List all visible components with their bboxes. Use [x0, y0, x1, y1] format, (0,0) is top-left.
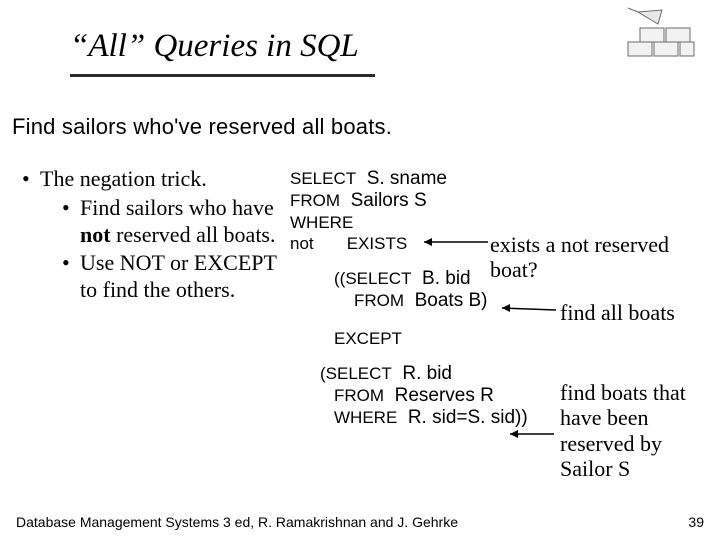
- kw-not: not: [290, 234, 347, 253]
- kw-from-2: FROM: [354, 291, 404, 310]
- brick-trowel-icon: [618, 6, 702, 66]
- kw-where: WHERE: [290, 213, 353, 232]
- bullet-1a-post: reserved all boats.: [111, 222, 276, 247]
- bullet-1b: Use NOT or EXCEPT to find the others.: [62, 250, 282, 304]
- slide: “All” Queries in SQL Find sailors who've…: [0, 0, 720, 540]
- sql-line-2: FROM Sailors S: [290, 190, 528, 212]
- kw-except: EXCEPT: [334, 329, 402, 348]
- sql-line-9: FROM Reserves R: [334, 385, 528, 407]
- arg-rbid: R. bid: [392, 363, 452, 384]
- page-number: 39: [688, 514, 704, 530]
- arg-reserves: Reserves R: [384, 385, 494, 406]
- bullet-1a: Find sailors who have not reserved all b…: [62, 195, 282, 249]
- arg-boats: Boats B): [404, 290, 487, 311]
- annotation-reserved-boats: find boats that have been reserved by Sa…: [560, 380, 710, 481]
- kw-from: FROM: [290, 191, 340, 210]
- sql-code: SELECT S. sname FROM Sailors S WHERE not…: [290, 168, 528, 429]
- sql-line-1: SELECT S. sname: [290, 168, 528, 190]
- sql-line-7: EXCEPT: [334, 328, 528, 349]
- sql-subquery-2: (SELECT R. bid FROM Reserves R WHERE R. …: [320, 363, 528, 429]
- annotation-all-boats: find all boats: [560, 300, 675, 325]
- bullet-1a-pre: Find sailors who have: [80, 195, 274, 220]
- kw-from-3: FROM: [334, 386, 384, 405]
- slide-subtitle: Find sailors who've reserved all boats.: [12, 114, 392, 140]
- bullet-1a-bold: not: [80, 222, 111, 247]
- bullet-1: The negation trick.: [40, 166, 207, 191]
- sql-except: EXCEPT: [334, 328, 528, 349]
- sql-line-3: WHERE: [290, 212, 528, 233]
- sql-line-10: WHERE R. sid=S. sid)): [334, 407, 528, 429]
- kw-where-2: WHERE: [334, 408, 397, 427]
- bullet-list: The negation trick. Find sailors who hav…: [22, 166, 282, 304]
- arg-bbid: B. bid: [411, 268, 470, 289]
- arg-sname: S. sname: [356, 168, 447, 189]
- arg-sailors: Sailors S: [340, 190, 427, 211]
- kw-select: SELECT: [290, 169, 356, 188]
- arg-sid: R. sid=S. sid)): [397, 407, 527, 428]
- kw-select-2: SELECT: [345, 269, 411, 288]
- annotation-exists: exists a not reserved boat?: [490, 232, 720, 283]
- kw-exists: EXISTS: [347, 234, 407, 253]
- slide-title: “All” Queries in SQL: [70, 28, 359, 65]
- footer-text: Database Management Systems 3 ed, R. Ram…: [16, 514, 458, 530]
- paren-open: ((: [334, 269, 345, 288]
- kw-select-3: SELECT: [326, 364, 392, 383]
- title-underline: [70, 74, 375, 77]
- sql-line-6: FROM Boats B): [354, 290, 528, 312]
- sql-line-8: (SELECT R. bid: [320, 363, 528, 385]
